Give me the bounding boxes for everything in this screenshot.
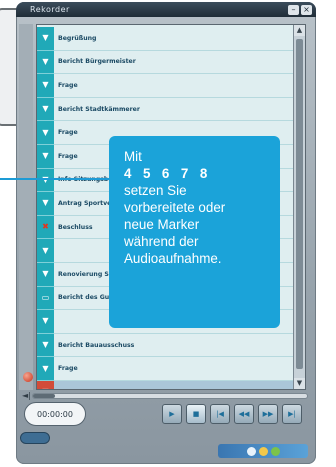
playback-progress-fill bbox=[33, 394, 55, 398]
marker-label: Beschluss bbox=[58, 223, 93, 231]
marker-type-cell[interactable]: ▼ bbox=[37, 74, 54, 98]
stop-button[interactable]: ■ bbox=[186, 404, 206, 424]
title-bar[interactable]: Rekorder – × bbox=[16, 2, 316, 17]
comment-icon: ▭ bbox=[41, 292, 50, 302]
marker-list-row[interactable]: ▼ Bericht Stadtkämmerer bbox=[37, 97, 293, 122]
marker-label-cell[interactable]: Bericht Bauausschuss bbox=[54, 334, 293, 358]
time-text: 00:00:00 bbox=[37, 409, 73, 419]
callout-line-5: neue Marker bbox=[124, 217, 200, 232]
callout-line-1: Mit bbox=[124, 149, 142, 164]
scroll-thumb[interactable] bbox=[296, 39, 303, 369]
mode-toggle[interactable] bbox=[20, 432, 50, 444]
callout-number: 8 bbox=[199, 166, 208, 181]
marker-icon: ▼ bbox=[42, 104, 49, 114]
window-title: Rekorder bbox=[30, 5, 70, 14]
brand-dot bbox=[270, 446, 280, 456]
marker-type-cell[interactable]: ▼ bbox=[37, 262, 54, 287]
marker-list-row[interactable]: ▼ Frage bbox=[37, 74, 293, 98]
marker-label: Frage bbox=[58, 81, 78, 89]
marker-icon: ▼ bbox=[42, 33, 49, 43]
callout-line-3: setzen Sie bbox=[124, 183, 187, 198]
marker-icon: ▼ bbox=[42, 56, 49, 66]
scroll-up-icon[interactable]: ▲ bbox=[294, 25, 305, 36]
marker-label-cell[interactable]: Frage bbox=[54, 74, 293, 98]
marker-icon: ▼ bbox=[42, 80, 49, 90]
marker-type-cell[interactable]: ▼ bbox=[37, 357, 54, 381]
marker-type-cell[interactable]: ▼ bbox=[37, 27, 54, 51]
marker-icon: ▼ bbox=[42, 151, 49, 161]
marker-list-row[interactable]: ▼ Frage bbox=[37, 357, 293, 381]
callout-line-7: Audioaufnahme. bbox=[124, 251, 222, 266]
scroll-down-icon[interactable]: ▼ bbox=[294, 378, 305, 389]
callout-line-6: während der bbox=[124, 234, 199, 249]
marker-type-cell[interactable]: ▼ bbox=[37, 168, 54, 193]
marker-type-cell[interactable]: ▼ bbox=[37, 310, 54, 334]
marker-icon: ▼ bbox=[42, 363, 49, 373]
time-display: 00:00:00 bbox=[24, 402, 86, 426]
close-button[interactable]: × bbox=[301, 4, 312, 15]
marker-icon: ▼ bbox=[42, 198, 49, 208]
marker-type-cell[interactable]: ▼ bbox=[37, 121, 54, 145]
brand-logo bbox=[218, 444, 308, 458]
callout-box: Mit 45678 setzen Sie vorbereitete oder n… bbox=[109, 136, 280, 328]
transport-controls: ▶ ■ |◀ ◀◀ ▶▶ ▶| bbox=[162, 404, 302, 424]
marker-label-cell[interactable]: Bericht Bürgermeister bbox=[54, 51, 293, 75]
marker-icon: ▼ bbox=[42, 245, 49, 255]
skip-back-button[interactable]: |◀ bbox=[210, 404, 230, 424]
marker-icon: ▼ bbox=[42, 316, 49, 326]
marker-label: Frage bbox=[58, 365, 78, 373]
playback-progress[interactable] bbox=[32, 393, 308, 399]
marker-type-cell[interactable]: ▼ bbox=[37, 239, 54, 263]
marker-label-cell[interactable]: Begrüßung bbox=[54, 27, 293, 51]
marker-type-cell[interactable]: ▼ bbox=[37, 333, 54, 358]
callout-line-4: vorbereitete oder bbox=[124, 200, 226, 215]
marker-icon: ▼ bbox=[42, 127, 49, 137]
marker-label: Bericht Bauausschuss bbox=[58, 341, 135, 349]
marker-list-row[interactable]: ▼ Bericht Bauausschuss bbox=[37, 333, 293, 358]
speaker-icon: ◄| bbox=[22, 391, 31, 400]
window-controls: – × bbox=[288, 4, 312, 15]
marker-label: Bericht Stadtkämmerer bbox=[58, 105, 140, 113]
callout-number: 7 bbox=[180, 166, 189, 181]
record-indicator-icon bbox=[23, 372, 33, 382]
callout-numbers: 45678 bbox=[124, 165, 266, 182]
callout-number: 5 bbox=[142, 166, 151, 181]
minimize-button[interactable]: – bbox=[288, 4, 299, 15]
marker-label-cell[interactable]: Bericht Stadtkämmerer bbox=[54, 98, 293, 122]
marker-icon: ▼ bbox=[42, 269, 49, 279]
marker-type-cell[interactable]: ▼ bbox=[37, 50, 54, 75]
marker-label: Begrüßung bbox=[58, 34, 97, 42]
marker-type-cell[interactable]: ▭ bbox=[37, 286, 54, 311]
left-side-strip bbox=[19, 24, 33, 390]
marker-label-cell[interactable]: Frage bbox=[54, 357, 293, 381]
marker-type-cell[interactable]: ▼ bbox=[37, 144, 54, 169]
marker-icon: ▼ bbox=[42, 388, 48, 389]
marker-label: Sonstiges bbox=[58, 389, 92, 390]
marker-list-row[interactable]: ▼ Begrüßung bbox=[37, 27, 293, 51]
marker-type-cell[interactable]: ✖ bbox=[37, 215, 54, 240]
list-scrollbar[interactable]: ▲ ▼ bbox=[293, 25, 305, 389]
forward-button[interactable]: ▶▶ bbox=[258, 404, 278, 424]
marker-type-cell[interactable]: ▼ bbox=[37, 380, 54, 389]
marker-label: Frage bbox=[58, 129, 78, 137]
marker-label-cell[interactable]: Sonstiges bbox=[54, 380, 293, 390]
brand-dot bbox=[246, 446, 256, 456]
play-button[interactable]: ▶ bbox=[162, 404, 182, 424]
callout-number: 4 bbox=[124, 166, 132, 181]
callout-number: 6 bbox=[161, 166, 170, 181]
skip-forward-button[interactable]: ▶| bbox=[282, 404, 302, 424]
callout-connector-line bbox=[0, 178, 112, 180]
rewind-button[interactable]: ◀◀ bbox=[234, 404, 254, 424]
marker-label: Frage bbox=[58, 152, 78, 160]
marker-list-row[interactable]: ▼ Sonstiges bbox=[37, 380, 293, 390]
marker-type-cell[interactable]: ▼ bbox=[37, 97, 54, 122]
marker-list-row[interactable]: ▼ Bericht Bürgermeister bbox=[37, 50, 293, 75]
marker-label: Bericht Bürgermeister bbox=[58, 58, 136, 66]
brand-dot bbox=[258, 446, 268, 456]
marker-type-cell[interactable]: ▼ bbox=[37, 192, 54, 216]
flag-icon: ✖ bbox=[42, 222, 49, 232]
marker-icon: ▼ bbox=[42, 340, 49, 350]
